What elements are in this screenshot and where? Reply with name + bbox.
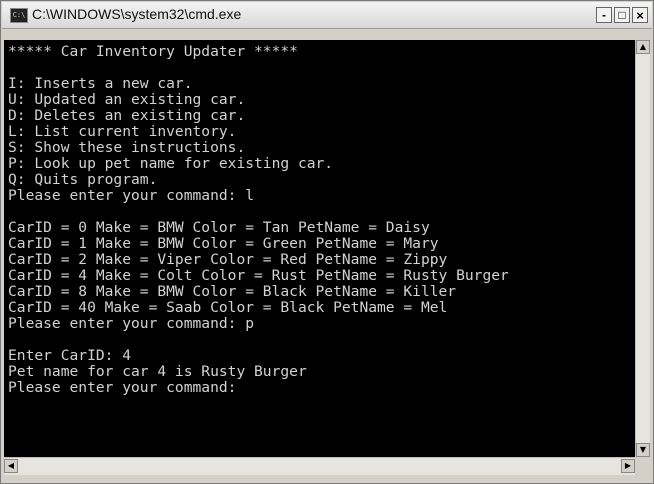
console-line: CarID = 40 Make = Saab Color = Black Pet… [8, 299, 448, 316]
console-line: CarID = 4 Make = Colt Color = Rust PetNa… [8, 267, 509, 284]
console-line: CarID = 2 Make = Viper Color = Red PetNa… [8, 251, 448, 268]
window-title: C:\WINDOWS\system32\cmd.exe [32, 6, 242, 22]
console-line: Please enter your command: l [8, 187, 255, 204]
console-line: L: List current inventory. [8, 123, 237, 140]
maximize-button[interactable]: □ [614, 7, 630, 23]
console-line: Please enter your command: [8, 379, 237, 396]
console-line: Pet name for car 4 is Rusty Burger [8, 363, 307, 380]
cmd-app-icon[interactable]: C:\ [10, 8, 28, 23]
console-line: I: Inserts a new car. [8, 75, 193, 92]
scrollbar-corner [635, 457, 649, 474]
console-line: CarID = 0 Make = BMW Color = Tan PetName… [8, 219, 430, 236]
console-line: Enter CarID: 4 [8, 347, 132, 364]
console-line: P: Look up pet name for existing car. [8, 155, 334, 172]
console-line: Q: Quits program. [8, 171, 158, 188]
console-output[interactable]: ***** Car Inventory Updater ***** I: Ins… [4, 40, 635, 457]
console-line: CarID = 8 Make = BMW Color = Black PetNa… [8, 283, 457, 300]
console-line: Please enter your command: p [8, 315, 255, 332]
vertical-scrollbar[interactable]: ▲ ▼ [635, 40, 650, 457]
scroll-left-arrow-icon[interactable]: ◀ [4, 459, 18, 473]
scroll-right-arrow-icon[interactable]: ▶ [621, 459, 635, 473]
close-button[interactable]: × [632, 7, 648, 23]
horizontal-scrollbar[interactable]: ◀ ▶ [4, 457, 635, 475]
console-line: ***** Car Inventory Updater ***** [8, 43, 298, 60]
scroll-down-arrow-icon[interactable]: ▼ [636, 443, 650, 457]
console-line: U: Updated an existing car. [8, 91, 246, 108]
title-bar[interactable]: C:\ C:\WINDOWS\system32\cmd.exe - □ × [2, 2, 652, 29]
console-line: CarID = 1 Make = BMW Color = Green PetNa… [8, 235, 439, 252]
minimize-button[interactable]: - [596, 7, 612, 23]
console-line: S: Show these instructions. [8, 139, 246, 156]
console-line: D: Deletes an existing car. [8, 107, 246, 124]
scroll-up-arrow-icon[interactable]: ▲ [636, 40, 650, 54]
